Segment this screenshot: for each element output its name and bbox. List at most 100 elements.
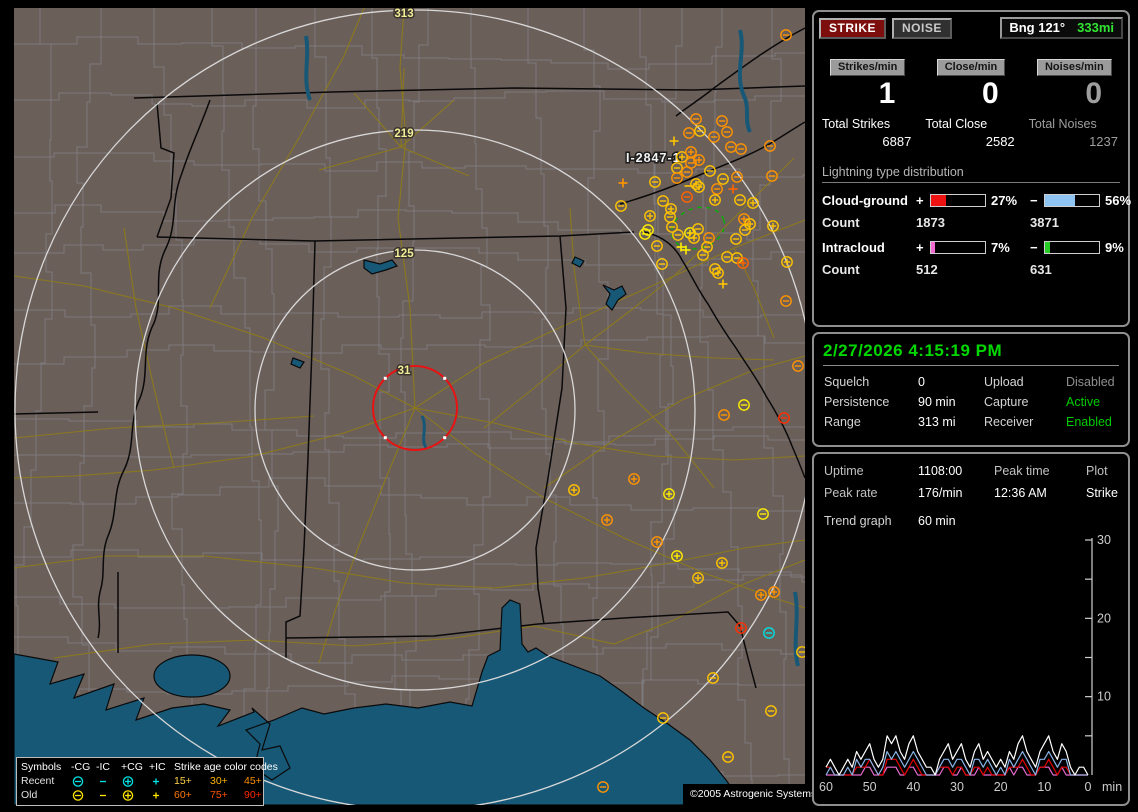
ic-neg-bar xyxy=(1044,241,1100,254)
trend-x-tick-label: 20 xyxy=(994,780,1008,794)
trend-x-tick-label: 30 xyxy=(950,780,964,794)
legend-col-posCG: +CG xyxy=(121,760,149,774)
close-per-min-chip: Close/min xyxy=(937,59,1006,76)
peak-rate-label: Peak rate xyxy=(824,486,918,500)
cg-count-label: Count xyxy=(822,215,916,230)
cg-pos-bar xyxy=(930,194,986,207)
noises-per-min-chip: Noises/min xyxy=(1037,59,1112,76)
legend-symbol-icp-recent xyxy=(149,775,174,788)
capture-label: Capture xyxy=(984,395,1066,409)
legend-symbol-cgm-old xyxy=(71,789,96,802)
range-label: Range xyxy=(824,415,918,429)
copyright-label: ©2005 Astrogenic Systems xyxy=(683,784,805,805)
close-per-min-value: 0 xyxy=(982,79,999,109)
peak-time-value: 12:36 AM xyxy=(994,486,1086,500)
legend-age-75plus: 75+ xyxy=(210,788,244,802)
close-ring-tick xyxy=(384,377,387,380)
peak-rate-value: 176/min xyxy=(918,486,994,500)
close-ring-tick xyxy=(443,436,446,439)
ic-count-label: Count xyxy=(822,262,916,277)
trend-x-tick-label: 10 xyxy=(1037,780,1051,794)
cloud-ground-label: Cloud-ground xyxy=(822,193,916,208)
range-value: 313 mi xyxy=(918,415,984,429)
intracloud-row: Intracloud + 7% − 9% xyxy=(822,240,1120,255)
range-ring-label: 313 xyxy=(394,8,413,20)
legend-symbol-icp-old xyxy=(149,789,174,802)
close-ring-label: 31 xyxy=(398,365,411,377)
legend-age-45plus: 45+ xyxy=(244,774,278,788)
close-ring-tick xyxy=(384,436,387,439)
status-panel: 2/27/2026 4:15:19 PM Squelch 0 Upload Di… xyxy=(812,332,1130,447)
noises-counter: Noises/min 0 Total Noises 1237 xyxy=(1029,59,1120,149)
ic-pos-bar xyxy=(930,241,986,254)
legend-symbol-cgp-recent xyxy=(121,775,149,788)
distribution-header: Lightning type distribution xyxy=(822,165,1120,183)
cg-neg-count: 3871 xyxy=(1030,215,1130,230)
legend-age-header: Strike age color codes xyxy=(174,760,278,774)
ic-neg-pct: 9% xyxy=(1100,240,1138,255)
cg-pos-pct: 27% xyxy=(986,193,1030,208)
trend-graph-value: 60 min xyxy=(918,514,1118,528)
status-grid: Squelch 0 Upload Disabled Persistence 90… xyxy=(824,375,1118,429)
range-value: 333mi xyxy=(1077,20,1114,35)
noise-mode-button[interactable]: NOISE xyxy=(892,18,952,39)
trend-x-tick-label: 40 xyxy=(906,780,920,794)
peak-time-label: Peak time xyxy=(994,464,1086,478)
squelch-label: Squelch xyxy=(824,375,918,389)
legend-symbol-icm-old xyxy=(96,789,121,802)
legend-age-90plus: 90+ xyxy=(244,788,278,802)
uptime-label: Uptime xyxy=(824,464,918,478)
total-noises-value: 1237 xyxy=(1089,134,1118,149)
cloud-ground-count-row: Count 1873 3871 xyxy=(822,215,1120,230)
legend-symbol-icm-recent xyxy=(96,775,121,788)
bearing-value: Bng 121° xyxy=(1009,20,1065,35)
cg-neg-pct: 56% xyxy=(1100,193,1138,208)
legend-row-label-recent: Recent xyxy=(21,774,71,788)
legend-symbol-cgp-old xyxy=(121,789,149,802)
storm-cell-id-label: I-2847-1 xyxy=(626,151,681,165)
map-legend: Symbols-CG-IC+CG+ICStrike age color code… xyxy=(16,757,264,806)
close-ring-tick xyxy=(443,377,446,380)
legend-col-negCG: -CG xyxy=(71,760,96,774)
lightning-map[interactable]: 31321912531 I-2847-1 Symbols-CG-IC+CG+IC… xyxy=(14,8,805,805)
receiver-status: Enabled xyxy=(1066,415,1136,429)
datetime-display: 2/27/2026 4:15:19 PM xyxy=(823,341,1119,366)
legend-symbol-cgm-recent xyxy=(71,775,96,788)
cloud-ground-row: Cloud-ground + 27% − 56% xyxy=(822,193,1120,208)
trend-series-total-strikes xyxy=(826,736,1088,775)
trend-y-tick-label: 20 xyxy=(1097,611,1111,625)
legend-grid: Symbols-CG-IC+CG+ICStrike age color code… xyxy=(21,760,260,802)
strikes-counter: Strikes/min 1 Total Strikes 6887 xyxy=(822,59,913,149)
trend-graph-row: Trend graph 60 min xyxy=(824,514,1118,528)
persistence-value: 90 min xyxy=(918,395,984,409)
intracloud-count-row: Count 512 631 xyxy=(822,262,1120,277)
trend-x-tick-label: 0 xyxy=(1085,780,1092,794)
upload-status: Disabled xyxy=(1066,375,1136,389)
uptime-value: 1108:00 xyxy=(918,464,994,478)
squelch-value: 0 xyxy=(918,375,984,389)
plot-label: Plot xyxy=(1086,464,1138,478)
ic-neg-sign: − xyxy=(1030,240,1044,255)
rate-counters: Strikes/min 1 Total Strikes 6887 Close/m… xyxy=(822,59,1120,149)
total-close-value: 2582 xyxy=(986,134,1015,149)
trend-x-tick-label: 50 xyxy=(863,780,877,794)
plot-value: Strike xyxy=(1086,486,1138,500)
close-counter: Close/min 0 Total Close 2582 xyxy=(925,59,1016,149)
trend-y-tick-label: 10 xyxy=(1097,690,1111,704)
legend-col-posIC: +IC xyxy=(149,760,174,774)
ic-neg-count: 631 xyxy=(1030,262,1130,277)
uptime-grid: Uptime 1108:00 Peak time Plot Peak rate … xyxy=(824,464,1118,500)
range-ring-label: 125 xyxy=(394,248,414,260)
legend-row-label-old: Old xyxy=(21,788,71,802)
strike-mode-button[interactable]: STRIKE xyxy=(819,18,886,39)
legend-age-60plus: 60+ xyxy=(174,788,210,802)
map-canvas: 31321912531 I-2847-1 xyxy=(14,8,805,805)
mode-button-row: STRIKE NOISE Bng 121° 333mi xyxy=(819,17,1123,39)
upload-label: Upload xyxy=(984,375,1066,389)
trend-x-tick-label: 60 xyxy=(819,780,833,794)
legend-col-negIC: -IC xyxy=(96,760,121,774)
capture-status: Active xyxy=(1066,395,1136,409)
cg-pos-sign: + xyxy=(916,193,930,208)
trend-series-cg-negative xyxy=(826,752,1088,776)
trend-panel: Uptime 1108:00 Peak time Plot Peak rate … xyxy=(812,452,1130,806)
